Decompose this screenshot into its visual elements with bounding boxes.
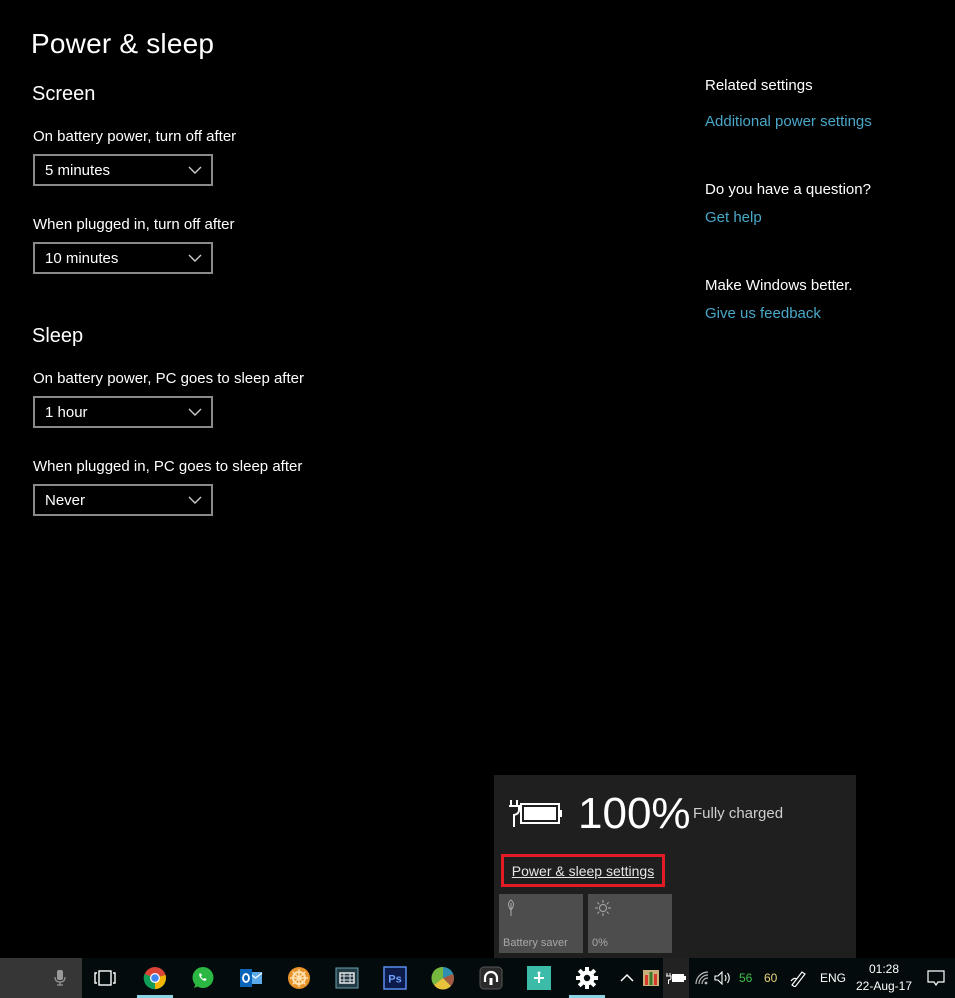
taskbar-orange-app[interactable] [277,958,321,998]
tray-pen[interactable] [788,958,810,998]
sleep-battery-dropdown[interactable]: 1 hour [33,396,213,428]
notification-icon [927,970,945,986]
get-help-link[interactable]: Get help [705,209,762,226]
chevron-down-icon [188,496,202,504]
screen-plugged-dropdown[interactable]: 10 minutes [33,242,213,274]
speaker-icon [714,971,730,985]
taskbar-settings[interactable] [565,958,609,998]
dropdown-value: 5 minutes [45,161,111,179]
clock-date: 22-Aug-17 [855,979,913,993]
show-hidden-icons-button[interactable] [616,958,638,998]
language-indicator[interactable]: ENG [820,958,846,998]
chevron-up-icon [620,973,634,982]
dropdown-value: Never [45,491,86,509]
sleep-plugged-dropdown[interactable]: Never [33,484,213,516]
reaper-icon [431,966,454,990]
screen-battery-label: On battery power, turn off after [33,128,237,145]
search-box[interactable] [0,958,82,998]
sleep-heading: Sleep [32,325,84,347]
task-view-button[interactable] [83,958,127,998]
clock[interactable]: 01:28 22-Aug-17 [852,961,916,995]
taskbar-photoshop[interactable]: Ps [373,958,417,998]
taskbar-outlook[interactable] [229,958,273,998]
taskbar-teal-app[interactable] [517,958,561,998]
headphones-icon [479,966,503,990]
give-feedback-link[interactable]: Give us feedback [705,305,821,322]
battery-saver-tile[interactable]: Battery saver [499,894,583,953]
photoshop-icon: Ps [383,966,407,990]
battery-percent: 100% [578,789,691,838]
pen-icon [790,971,806,987]
dropdown-value: 1 hour [45,403,88,421]
chevron-down-icon [188,166,202,174]
clock-time: 01:28 [868,962,900,976]
wheel-app-icon [288,967,310,989]
question-heading: Do you have a question? [705,181,871,198]
wifi-icon [695,971,709,985]
outlook-icon [240,969,263,987]
taskbar: Ps 56 60 ENG 01:28 22-Aug-17 [0,958,955,998]
tray-network[interactable] [692,958,712,998]
bar-chart-app-icon [643,970,659,986]
taskbar-video-editor[interactable] [325,958,369,998]
tile-label: Battery saver [503,937,568,949]
microphone-icon[interactable] [54,969,66,987]
leaf-icon [508,899,514,916]
screen-heading: Screen [32,83,96,105]
gear-icon [576,967,598,989]
tray-temp-1[interactable]: 56 [739,958,752,998]
battery-plug-icon [666,973,686,984]
battery-flyout: 100% Fully charged Power & sleep setting… [494,775,856,958]
tray-volume[interactable] [712,958,734,998]
screen-battery-dropdown[interactable]: 5 minutes [33,154,213,186]
page-title: Power & sleep [31,28,215,59]
tray-app-bars[interactable] [640,958,662,998]
taskbar-whatsapp[interactable] [181,958,225,998]
taskbar-headphones-app[interactable] [469,958,513,998]
task-view-icon [94,970,116,986]
battery-status: Fully charged [693,805,784,822]
tile-label: 0% [592,937,608,949]
film-icon [335,967,359,989]
sleep-plugged-label: When plugged in, PC goes to sleep after [33,458,303,475]
action-center-button[interactable] [918,958,954,998]
power-sleep-settings-link[interactable]: Power & sleep settings [501,854,665,887]
brightness-icon [595,900,611,916]
feedback-heading: Make Windows better. [705,277,853,294]
sleep-battery-label: On battery power, PC goes to sleep after [33,370,304,387]
related-settings-heading: Related settings [705,77,813,94]
tray-battery[interactable] [663,958,689,998]
chevron-down-icon [188,408,202,416]
brightness-tile[interactable]: 0% [588,894,672,953]
chrome-icon [143,967,167,990]
taskbar-reaper[interactable] [421,958,465,998]
screen-plugged-label: When plugged in, turn off after [33,216,235,233]
chevron-down-icon [188,254,202,262]
svg-text:Ps: Ps [388,974,401,986]
dropdown-value: 10 minutes [45,249,119,267]
additional-power-settings-link[interactable]: Additional power settings [705,113,872,130]
whatsapp-icon [192,967,214,988]
battery-charging-icon [509,800,562,827]
teal-app-icon [527,966,551,990]
tray-temp-2[interactable]: 60 [764,958,777,998]
taskbar-chrome[interactable] [133,958,177,998]
